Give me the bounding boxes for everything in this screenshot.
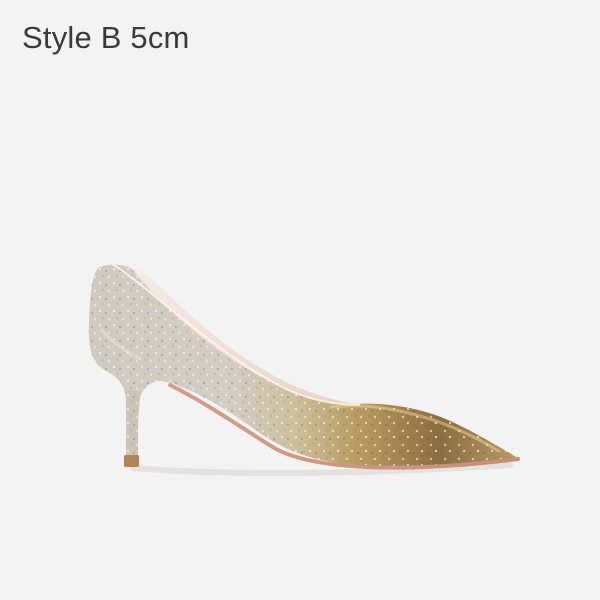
product-image-stage: Style B 5cm [0,0,600,600]
glitter-pointed-toe-pump-icon [88,263,520,476]
heel-stem-glitter [126,390,141,456]
heel-tip [124,455,139,467]
